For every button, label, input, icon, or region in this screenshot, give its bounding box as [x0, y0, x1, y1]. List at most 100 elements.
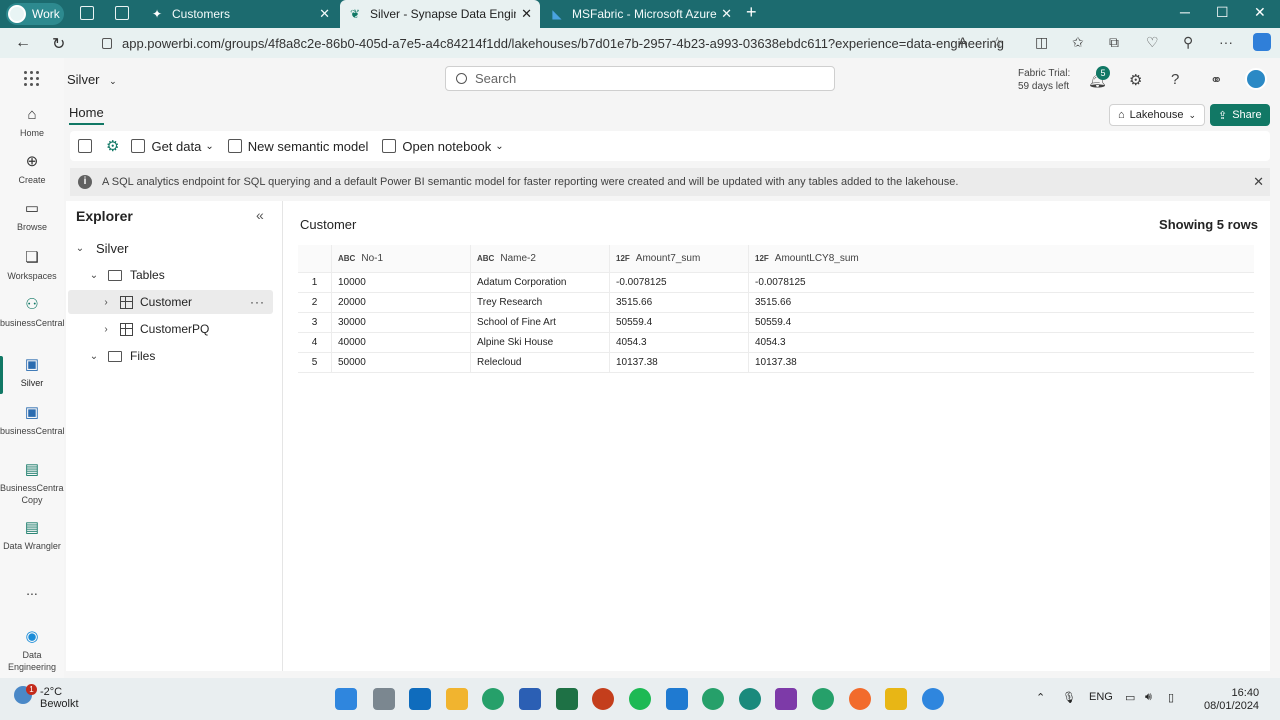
open-notebook-button[interactable]: Open notebook ⌄	[382, 139, 504, 154]
close-icon[interactable]: ✕	[319, 6, 330, 22]
workspace-switcher[interactable]: Silver ⌄	[67, 72, 117, 87]
settings-app-icon[interactable]	[922, 688, 944, 710]
split-screen-icon[interactable]: ◫	[1035, 34, 1048, 51]
edge-dev-icon[interactable]	[702, 688, 724, 710]
powerpoint-icon[interactable]	[592, 688, 614, 710]
refresh-icon[interactable]: ↻	[52, 34, 65, 54]
column-header[interactable]: 12F AmountLCY8_sum	[749, 245, 1254, 272]
profile-button[interactable]: Work	[6, 3, 64, 25]
tree-item-customer[interactable]: › Customer ···	[68, 290, 273, 314]
task-view-icon[interactable]	[373, 688, 395, 710]
edge-work-icon[interactable]	[739, 688, 761, 710]
network-icon[interactable]: ▭	[1125, 691, 1135, 704]
rail-item-home[interactable]: ⌂ Home	[0, 106, 64, 139]
gear-icon[interactable]: ⚙	[1129, 71, 1142, 89]
spotify-icon[interactable]	[629, 688, 651, 710]
lakehouse-switcher-button[interactable]: ⌂ Lakehouse ⌄	[1109, 104, 1206, 126]
tab-silver[interactable]: ❦ Silver - Synapse Data Engineering ✕	[340, 0, 540, 28]
minimize-icon[interactable]: ─	[1180, 4, 1190, 20]
tab-msfabric[interactable]: ◣ MSFabric - Microsoft Azure ✕	[542, 0, 740, 28]
avatar[interactable]	[1245, 68, 1267, 90]
edge-canary-icon[interactable]	[812, 688, 834, 710]
copilot-icon[interactable]	[1253, 33, 1271, 51]
collections-icon[interactable]: ⧉	[1109, 34, 1119, 51]
rail-item-businesscentral-copy[interactable]: ▤ BusinessCentral Copy	[0, 461, 66, 506]
onenote-icon[interactable]	[775, 688, 797, 710]
start-icon[interactable]	[335, 688, 357, 710]
settings-button[interactable]: ⚙	[106, 137, 119, 155]
url-field[interactable]: app.powerbi.com/groups/4f8a8c2e-86b0-405…	[92, 31, 1018, 55]
column-header[interactable]: ABC Name-2	[471, 245, 610, 272]
vscode-icon[interactable]	[666, 688, 688, 710]
microphone-icon[interactable]: 🎙︎	[1062, 691, 1076, 704]
new-item-button[interactable]	[78, 139, 92, 153]
favorites-icon[interactable]: ✩	[1072, 34, 1084, 51]
tab-customers[interactable]: ✦ Customers ✕	[142, 0, 338, 28]
workspace: Silver ⌄ Search Fabric Trial: 59 days le…	[64, 58, 1280, 678]
folder-icon	[108, 269, 122, 281]
rail-more-button[interactable]: ...	[0, 583, 64, 597]
weather-icon: 1	[14, 684, 37, 704]
file-explorer-icon[interactable]	[446, 688, 468, 710]
browser-essentials-icon[interactable]: ♡	[1146, 34, 1159, 51]
tree-item-tables[interactable]: ⌄ Tables	[68, 263, 273, 287]
show-hidden-icons-icon[interactable]: ⌃	[1036, 691, 1045, 704]
rail-item-silver[interactable]: ▣ Silver	[0, 356, 64, 394]
column-header[interactable]: ABC No-1	[332, 245, 471, 272]
get-data-button[interactable]: Get data ⌄	[131, 139, 214, 154]
explorer-panel: Explorer « ⌄ Silver ⌄ Tables › Customer …	[66, 201, 282, 671]
column-header[interactable]: 12F Amount7_sum	[610, 245, 749, 272]
tab-home[interactable]: Home	[69, 105, 104, 125]
extensions-icon[interactable]: ⚲	[1183, 34, 1193, 51]
share-feedback-icon[interactable]: ⚭	[1210, 71, 1223, 89]
notification-badge: 5	[1096, 66, 1110, 80]
rail-item-data-engineering[interactable]: ◉ Data Engineering	[0, 628, 64, 673]
maximize-icon[interactable]: ☐	[1216, 4, 1229, 21]
tree-item-customerpq[interactable]: › CustomerPQ	[68, 317, 273, 341]
clock[interactable]: 16:40 08/01/2024	[1204, 687, 1259, 713]
read-aloud-icon[interactable]: A	[958, 34, 967, 50]
language-indicator[interactable]: ENG	[1089, 691, 1113, 703]
battery-icon[interactable]: ▯	[1168, 691, 1174, 704]
search-icon	[456, 73, 467, 84]
close-icon[interactable]: ✕	[721, 6, 732, 22]
share-button[interactable]: ⇪ Share	[1210, 104, 1270, 126]
app-icon[interactable]	[849, 688, 871, 710]
search-input[interactable]: Search	[445, 66, 835, 91]
tab-favicon-icon: ◣	[552, 7, 562, 21]
more-options-icon[interactable]: ···	[250, 295, 265, 309]
weather-widget[interactable]: 1 -2°C Bewolkt	[14, 684, 79, 710]
chevron-down-icon: ⌄	[205, 140, 214, 152]
help-icon[interactable]: ?	[1171, 71, 1179, 88]
tree-item-files[interactable]: ⌄ Files	[68, 344, 273, 368]
close-window-icon[interactable]: ✕	[1254, 4, 1266, 21]
volume-icon[interactable]: 🔊︎	[1145, 691, 1152, 704]
workspaces-icon[interactable]	[80, 6, 94, 20]
favorite-icon[interactable]: ☆	[991, 34, 1004, 51]
back-icon[interactable]: ←	[15, 34, 31, 52]
tab-actions-icon[interactable]	[115, 6, 129, 20]
more-icon[interactable]: ···	[1219, 34, 1233, 50]
chevron-down-icon: ⌄	[89, 350, 99, 362]
word-icon[interactable]	[519, 688, 541, 710]
new-semantic-model-button[interactable]: New semantic model	[227, 139, 368, 154]
rail-item-data-wrangler[interactable]: ▤ Data Wrangler	[0, 519, 64, 552]
rail-item-workspaces[interactable]: ❏ Workspaces	[0, 249, 64, 282]
outlook-icon[interactable]	[409, 688, 431, 710]
power-bi-icon[interactable]	[885, 688, 907, 710]
table-row: 1 10000 Adatum Corporation -0.0078125 -0…	[298, 273, 1254, 293]
app-launcher-icon[interactable]	[24, 71, 40, 87]
close-icon[interactable]: ✕	[521, 6, 532, 22]
rail-item-browse[interactable]: ▭ Browse	[0, 200, 64, 233]
collapse-panel-icon[interactable]: «	[256, 207, 264, 223]
table-title: Customer	[300, 217, 357, 232]
edge-icon[interactable]	[482, 688, 504, 710]
rail-item-create[interactable]: ⊕ Create	[0, 153, 64, 186]
rail-item-businesscentral-lakehouse[interactable]: ▣ businessCentral	[0, 404, 65, 437]
close-icon[interactable]: ✕	[1253, 174, 1264, 190]
excel-icon[interactable]	[556, 688, 578, 710]
table-row: 5 50000 Relecloud 10137.38 10137.38	[298, 353, 1254, 373]
new-tab-icon[interactable]: +	[746, 2, 757, 23]
rail-item-businesscentral[interactable]: ⚇ businessCentral	[0, 296, 65, 329]
tree-item-silver[interactable]: ⌄ Silver	[68, 236, 273, 260]
